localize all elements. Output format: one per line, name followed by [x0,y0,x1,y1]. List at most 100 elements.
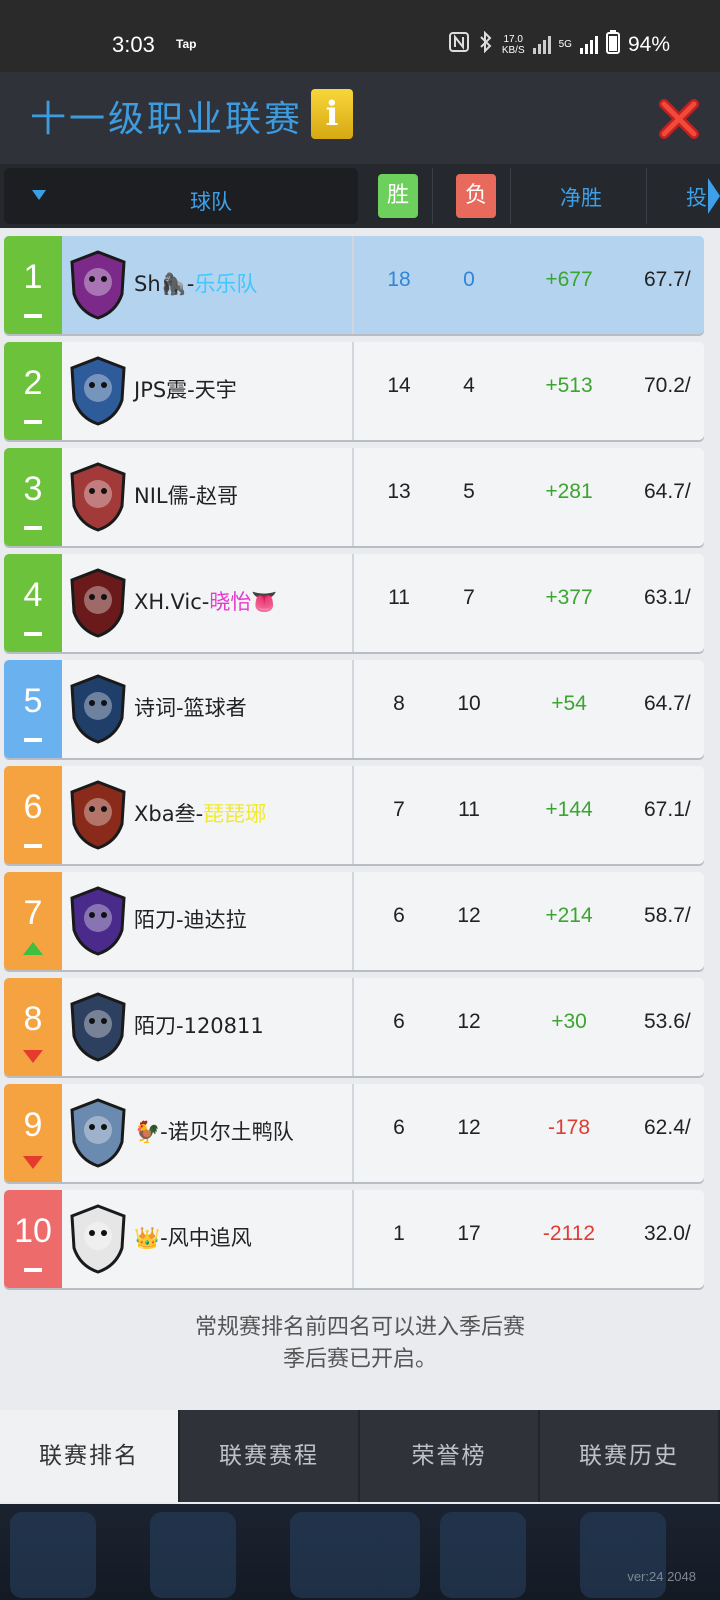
battery-level: 94% [627,32,670,56]
tab-league-history[interactable]: 联赛历史 [540,1410,720,1502]
column-more[interactable]: 投 [686,182,707,212]
trend-flat-icon [24,526,42,530]
wins: 7 [393,798,405,821]
table-row[interactable]: 4 XH.Vic-晓怡👅 11 7 +377 63.1/ [4,554,704,652]
rank-badge: 4 [4,554,62,652]
losses: 10 [457,692,481,715]
pct-value: 62.4/ [644,1116,691,1139]
rank-number: 10 [14,1212,52,1250]
table-row[interactable]: 3 NIL儒-赵哥 13 5 +281 64.7/ [4,448,704,546]
column-net[interactable]: 净胜 [560,182,602,212]
playoff-note: 常规赛排名前四名可以进入季后赛 季后赛已开启。 [0,1312,720,1376]
column-header: 球队 胜 负 净胜 投 [0,164,720,228]
pct-value: 70.2/ [644,374,691,397]
rank-badge: 7 [4,872,62,970]
column-loss[interactable]: 负 [456,174,496,218]
team-name-prefix: 👑-风中追风 [134,1226,252,1250]
column-win[interactable]: 胜 [378,174,418,218]
team-name-prefix: JPS震-天宇 [134,378,237,402]
losses: 0 [463,268,475,291]
wins: 11 [388,586,410,609]
tab-league-ranking[interactable]: 联赛排名 [0,1410,180,1502]
rank-number: 5 [23,682,43,720]
bg-nav-icon [440,1512,526,1598]
net-speed-unit: KB/S [501,44,525,56]
rank-number: 8 [23,1000,43,1038]
trend-flat-icon [24,632,42,636]
team-name-prefix: 陌刀-120811 [134,1014,264,1038]
trend-up-icon [23,942,43,955]
team-name-colored: 乐乐队 [194,272,258,296]
status-tap-label: Tap [176,37,197,51]
trend-flat-icon [24,1268,42,1272]
team-logo-icon [66,884,130,958]
tab-honor-board[interactable]: 荣誉榜 [360,1410,540,1502]
table-row[interactable]: 9 🐓-诺贝尔土鸭队 6 12 -178 62.4/ [4,1084,704,1182]
wins: 6 [393,1010,405,1033]
net-points: +30 [551,1010,587,1033]
team-name-prefix: 陌刀-迪达拉 [134,908,247,932]
table-row[interactable]: 5 诗词-篮球者 8 10 +54 64.7/ [4,660,704,758]
team-name: 🐓-诺贝尔土鸭队 [134,1116,294,1146]
net-points: -178 [547,1116,591,1139]
row-divider [352,1190,354,1288]
nfc-icon [448,31,470,58]
bg-nav-icon [150,1512,236,1598]
table-row[interactable]: 8 陌刀-120811 6 12 +30 53.6/ [4,978,704,1076]
team-name: 👑-风中追风 [134,1222,252,1252]
team-name: NIL儒-赵哥 [134,480,238,510]
column-divider [646,168,647,224]
status-icons: 17.0 KB/S 5G 94% [448,30,670,59]
wins: 6 [393,904,405,927]
table-row[interactable]: 7 陌刀-迪达拉 6 12 +214 58.7/ [4,872,704,970]
row-divider [352,766,354,864]
rank-number: 4 [23,576,43,614]
rank-badge: 8 [4,978,62,1076]
losses: 11 [458,798,480,821]
team-name: 诗词-篮球者 [134,692,247,722]
net-points: +214 [545,904,593,927]
team-name-prefix: 🐓-诺贝尔土鸭队 [134,1120,294,1144]
table-row[interactable]: 10 👑-风中追风 1 17 -2112 32.0/ [4,1190,704,1288]
table-row[interactable]: 6 Xba叁-琵琵琊 7 11 +144 67.1/ [4,766,704,864]
note-line-1: 常规赛排名前四名可以进入季后赛 [194,1315,525,1340]
trend-flat-icon [24,314,42,318]
net-points: +281 [545,480,593,503]
pct-value: 53.6/ [644,1010,691,1033]
table-row[interactable]: 1 Sh🦍-乐乐队 18 0 +677 67.7/ [4,236,704,334]
close-button[interactable] [658,98,700,140]
team-name: 陌刀-迪达拉 [134,904,247,934]
team-logo-icon [66,566,130,640]
losses: 4 [463,374,475,397]
close-icon [659,99,699,139]
losses: 7 [463,586,475,609]
rank-badge: 9 [4,1084,62,1182]
losses: 12 [457,904,481,927]
info-button[interactable]: i [311,89,353,139]
table-row[interactable]: 2 JPS震-天宇 14 4 +513 70.2/ [4,342,704,440]
row-divider [352,236,354,334]
trend-flat-icon [24,844,42,848]
sort-team-header[interactable]: 球队 [4,168,358,224]
losses: 12 [457,1116,481,1139]
row-divider [352,1084,354,1182]
team-logo-icon [66,1202,130,1276]
tab-league-schedule[interactable]: 联赛赛程 [180,1410,360,1502]
battery-icon [605,30,620,59]
rank-number: 3 [23,470,43,508]
team-logo-icon [66,1096,130,1170]
team-name: Xba叁-琵琵琊 [134,798,266,828]
rank-number: 7 [23,894,43,932]
team-logo-icon [66,354,130,428]
pct-value: 63.1/ [644,586,691,609]
losses: 17 [457,1222,481,1245]
column-team: 球队 [190,190,232,214]
team-name-prefix: XH.Vic- [134,590,210,614]
pct-value: 67.7/ [644,268,691,291]
net-points: +144 [545,798,593,821]
team-logo-icon [66,460,130,534]
net-points: +54 [551,692,587,715]
team-name-prefix: Sh🦍- [134,272,195,296]
net-points: +513 [545,374,593,397]
scroll-right-icon[interactable] [708,178,720,214]
